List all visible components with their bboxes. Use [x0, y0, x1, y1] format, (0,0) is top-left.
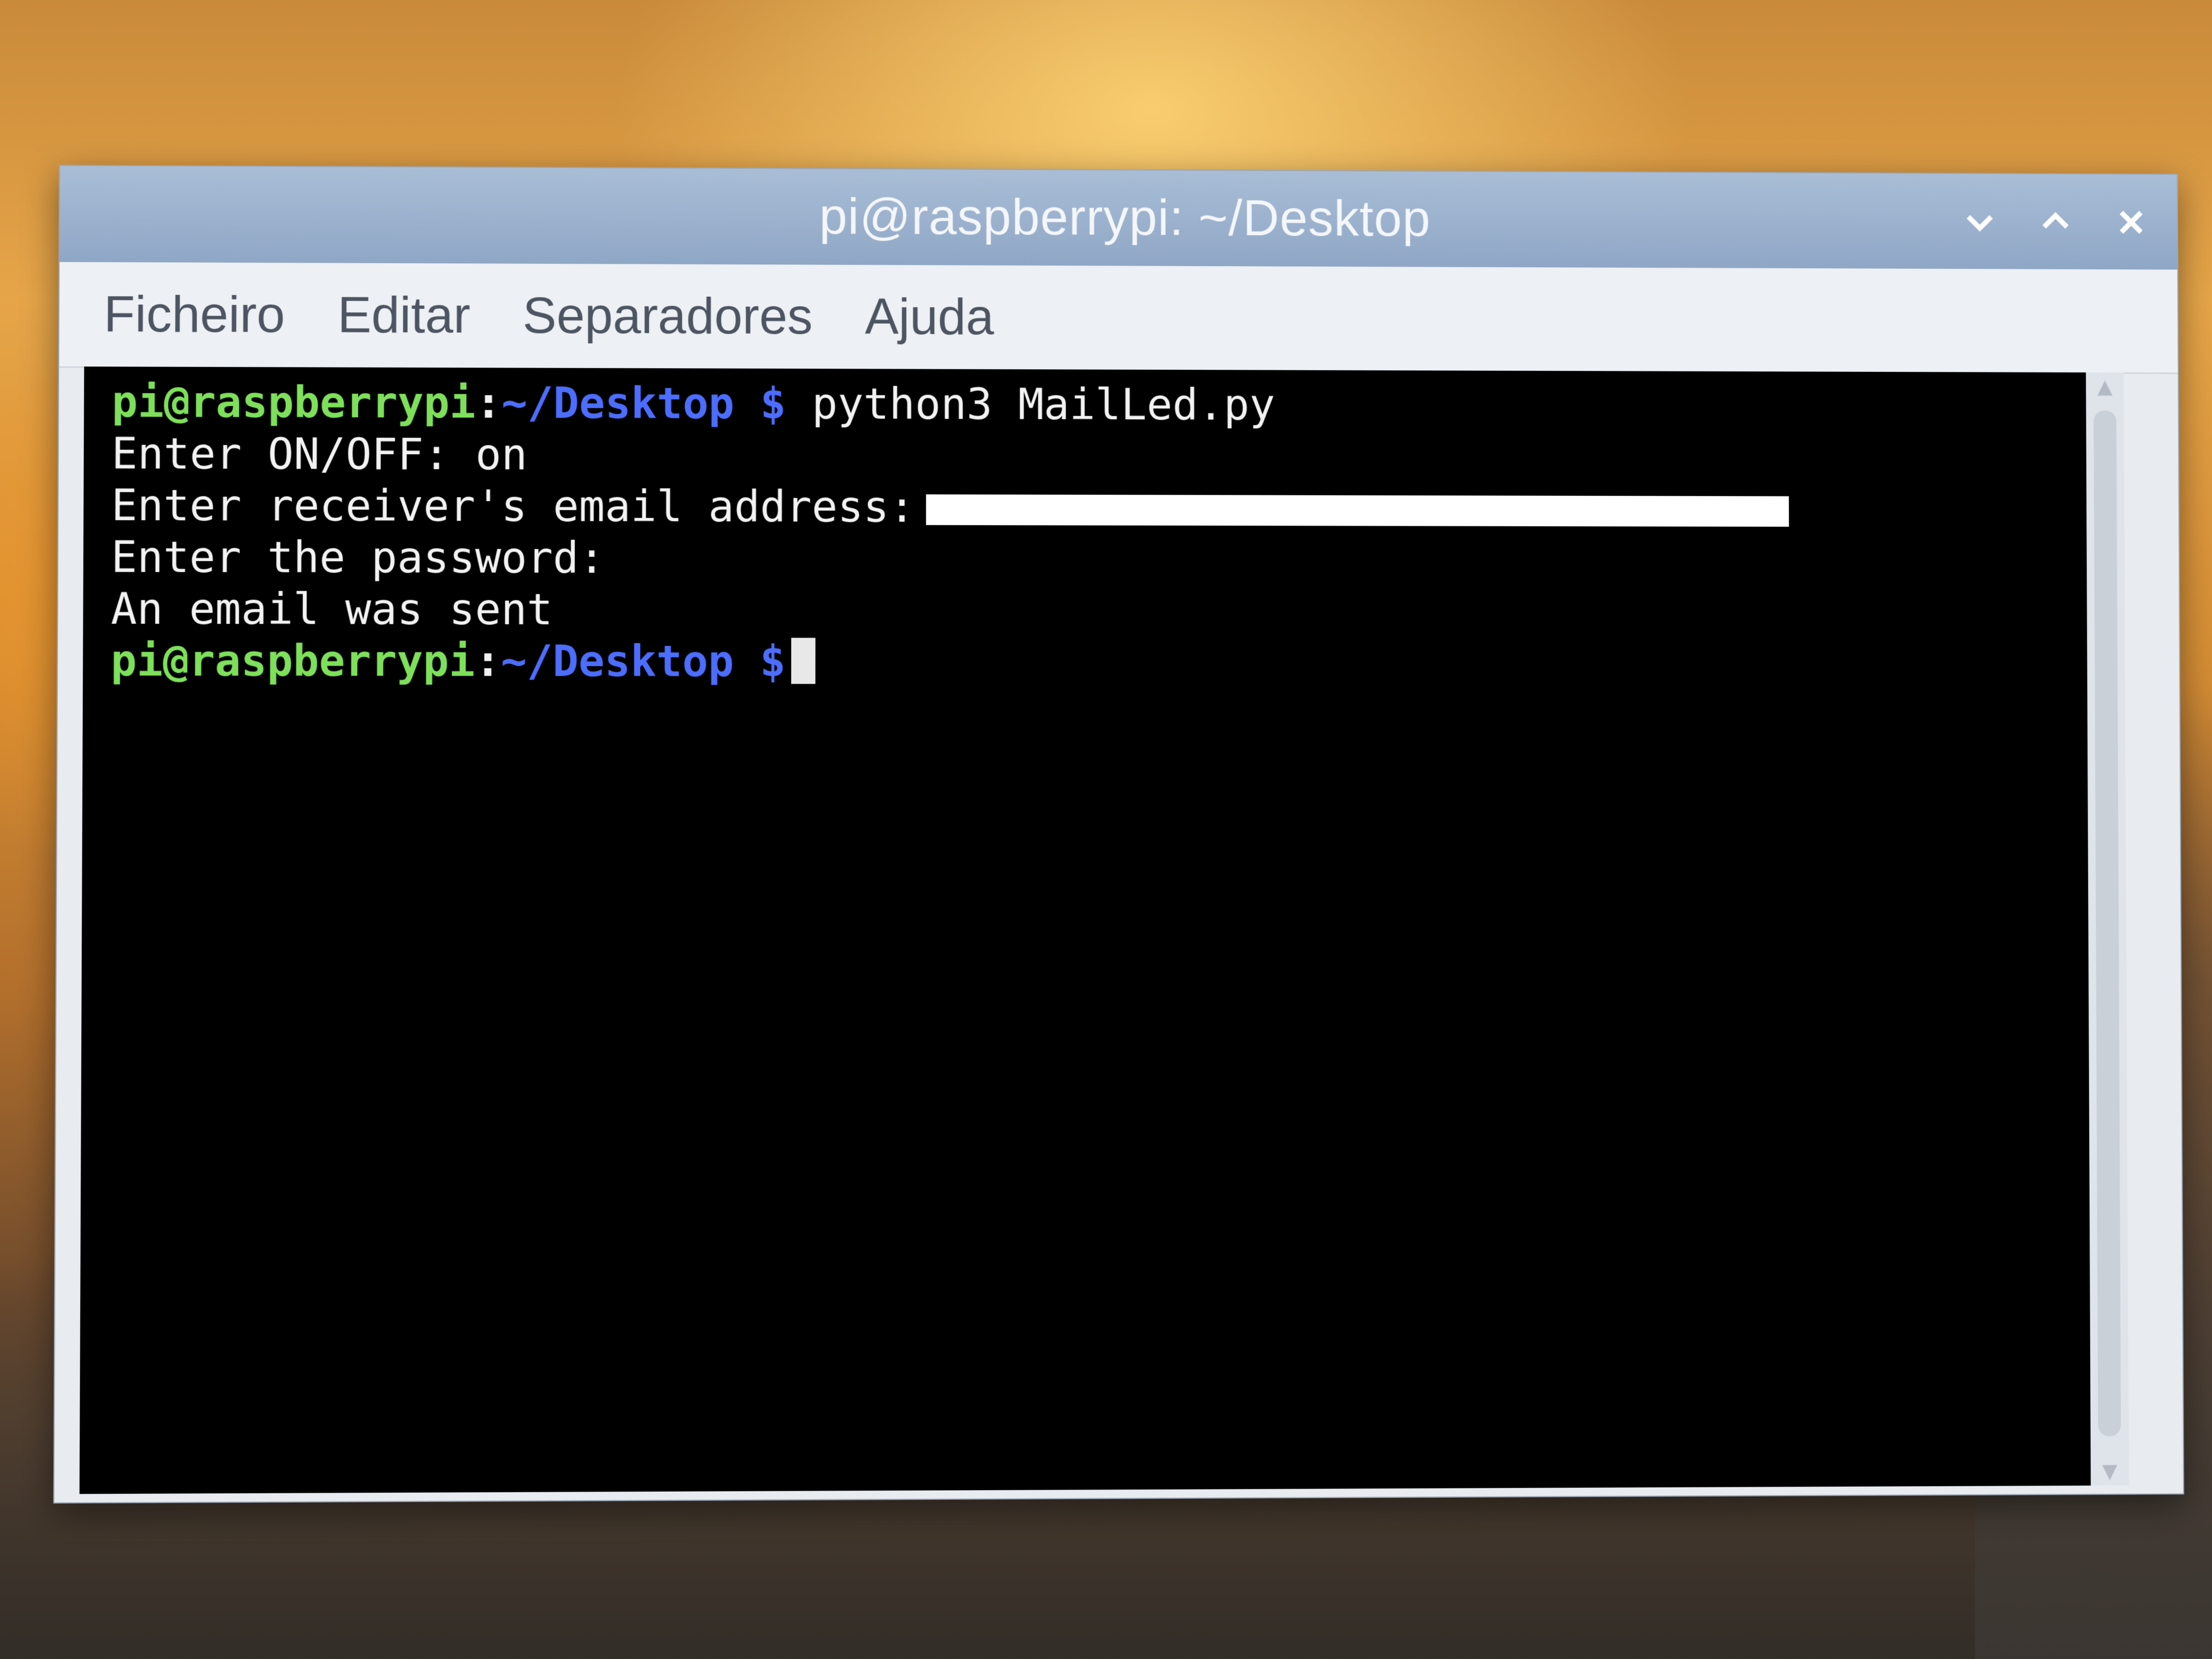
close-icon[interactable]: [2112, 203, 2150, 241]
terminal-window: pi@raspberrypi: ~/Desktop Ficheiro Edita…: [53, 165, 2185, 1504]
terminal-line-command: pi@raspberrypi:~/Desktop $ python3 MailL…: [111, 376, 2059, 433]
scroll-down-arrow-icon[interactable]: ▼: [2099, 1460, 2121, 1483]
text-cursor: [791, 637, 816, 684]
redacted-email-bar: [926, 494, 1789, 527]
menu-separadores[interactable]: Separadores: [523, 287, 813, 346]
terminal-line-email-prompt: Enter receiver's email address:: [111, 480, 2059, 535]
menu-ajuda[interactable]: Ajuda: [865, 288, 994, 346]
command-text: python3 MailLed.py: [811, 380, 1276, 431]
prompt-colon: :: [475, 636, 501, 687]
prompt-colon: :: [475, 379, 502, 428]
scroll-thumb[interactable]: [2094, 410, 2121, 1436]
terminal-line-prompt: pi@raspberrypi:~/Desktop $: [111, 635, 2061, 689]
window-controls: [1961, 174, 2151, 269]
menu-editar[interactable]: Editar: [337, 286, 470, 345]
terminal-lines: pi@raspberrypi:~/Desktop $ python3 MailL…: [111, 376, 2061, 689]
terminal-line-output: Enter the password:: [111, 533, 605, 584]
minimize-icon[interactable]: [1961, 202, 1999, 241]
prompt-user: pi@raspberrypi: [110, 636, 475, 687]
menu-ficheiro[interactable]: Ficheiro: [104, 285, 285, 343]
terminal-line-output: Enter ON/OFF: on: [111, 429, 528, 480]
prompt-path: ~/Desktop $: [501, 379, 786, 429]
vertical-scrollbar[interactable]: ▲ ▼: [2086, 372, 2129, 1486]
terminal-output-area[interactable]: pi@raspberrypi:~/Desktop $ python3 MailL…: [79, 366, 2129, 1494]
prompt-path: ~/Desktop $: [500, 636, 786, 687]
window-titlebar[interactable]: pi@raspberrypi: ~/Desktop: [59, 166, 2177, 270]
scroll-up-arrow-icon[interactable]: ▲: [2094, 376, 2116, 398]
window-title: pi@raspberrypi: ~/Desktop: [819, 189, 1431, 247]
menubar: Ficheiro Editar Separadores Ajuda: [59, 262, 2178, 374]
email-prompt-text: Enter receiver's email address:: [111, 481, 915, 533]
maximize-icon[interactable]: [2036, 202, 2074, 240]
prompt-user: pi@raspberrypi: [111, 377, 476, 428]
terminal-line-output: An email was sent: [110, 584, 553, 635]
